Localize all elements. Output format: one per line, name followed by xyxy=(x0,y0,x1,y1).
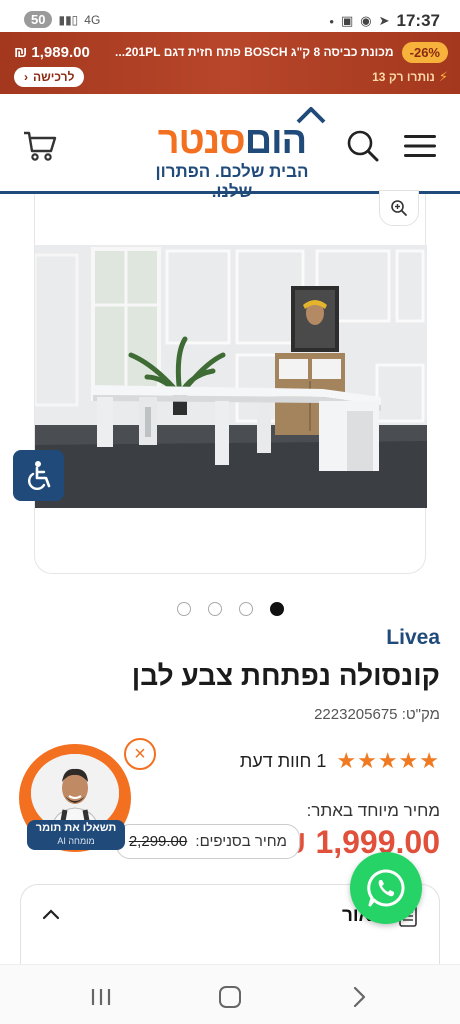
promo-price: ₪ 1,989.00 xyxy=(14,43,90,61)
wheelchair-icon xyxy=(27,460,50,490)
logo-wordmark-orange: סנטר xyxy=(157,120,246,162)
dot-icon: • xyxy=(329,13,334,29)
assistant-label-title: תשאלו את תומר xyxy=(35,822,117,834)
signal-icon: ▮▮▯ xyxy=(58,12,79,27)
promo-stock-text: נותרו רק 13 xyxy=(372,70,435,84)
logo-wordmark: הוםסנטר xyxy=(134,120,330,162)
promo-stock: ⚡ נותרו רק 13 xyxy=(372,69,448,85)
notification-count-badge: 50 xyxy=(24,11,53,28)
product-sku: מק"ט: 2223205675 xyxy=(314,706,440,723)
cart-icon[interactable] xyxy=(22,130,58,162)
whatsapp-button[interactable] xyxy=(350,852,422,924)
carousel-dot-1[interactable] xyxy=(269,602,284,616)
review-count[interactable]: 1 חוות דעת xyxy=(240,751,327,772)
promo-banner[interactable]: -26% מכונת כביסה 8 ק"ג BOSCH פתח חזית דג… xyxy=(0,32,460,94)
close-icon: × xyxy=(134,742,146,765)
carousel-dot-4[interactable] xyxy=(176,602,191,616)
product-brand[interactable]: Livea xyxy=(386,626,440,650)
system-nav-bar xyxy=(0,964,460,1024)
product-price: ₪ 1,999.00 xyxy=(278,824,440,860)
carousel-dot-3[interactable] xyxy=(207,602,222,616)
network-type: 4G xyxy=(84,12,101,27)
accessibility-button[interactable] xyxy=(13,450,64,501)
promo-product-title: מכונת כביסה 8 ק"ג BOSCH פתח חזית דגם 201… xyxy=(115,45,394,59)
store-price-box: מחיר בסניפים: 2,299.00 xyxy=(115,824,300,859)
zoom-button[interactable] xyxy=(379,190,419,226)
ai-assistant-widget[interactable]: תשאלו את תומר מומחה AI xyxy=(19,744,133,852)
recent-apps-icon[interactable] xyxy=(90,987,112,1007)
special-price-label: מחיר מיוחד באתר: xyxy=(306,801,440,820)
rating-stars: ★★★★★ xyxy=(336,748,440,773)
site-header: הוםסנטר הבית שלכם. הפתרון שלנו. xyxy=(0,94,460,201)
discount-badge: -26% xyxy=(401,41,448,63)
carousel-dots xyxy=(0,602,460,616)
assistant-label-sub: מומחה AI xyxy=(57,836,95,846)
whatsapp-icon xyxy=(367,869,405,907)
promo-buy-label: לרכישה xyxy=(33,70,75,84)
chevron-up-icon[interactable] xyxy=(41,907,61,921)
home-icon[interactable] xyxy=(219,986,241,1008)
store-price-value: 2,299.00 xyxy=(128,833,188,850)
promo-buy-button[interactable]: לרכישה ‹ xyxy=(14,67,85,87)
store-price-label: מחיר בסניפים: xyxy=(195,833,287,850)
zoom-in-icon xyxy=(391,200,407,216)
telegram-icon: ➤ xyxy=(378,13,390,28)
clock: 17:37 xyxy=(396,11,440,30)
assistant-label: תשאלו את תומר מומחה AI xyxy=(27,820,125,850)
hamburger-menu-icon[interactable] xyxy=(404,134,436,158)
bolt-icon: ⚡ xyxy=(438,69,448,84)
product-gallery[interactable] xyxy=(34,190,427,574)
image-icon: ▣ xyxy=(340,13,354,28)
chrome-icon: ◉ xyxy=(360,13,372,28)
product-image[interactable] xyxy=(35,245,427,508)
product-rating[interactable]: ★★★★★ 1 חוות דעת xyxy=(240,748,440,774)
logo-wordmark-blue: הום xyxy=(244,120,308,162)
chevron-left-icon: ‹ xyxy=(24,70,28,84)
back-icon[interactable] xyxy=(348,986,370,1008)
carousel-dot-2[interactable] xyxy=(238,602,253,616)
site-logo[interactable]: הוםסנטר הבית שלכם. הפתרון שלנו. xyxy=(134,104,330,201)
search-icon[interactable] xyxy=(346,129,380,163)
product-title: קונסולה נפתחת צבע לבן xyxy=(131,660,440,691)
